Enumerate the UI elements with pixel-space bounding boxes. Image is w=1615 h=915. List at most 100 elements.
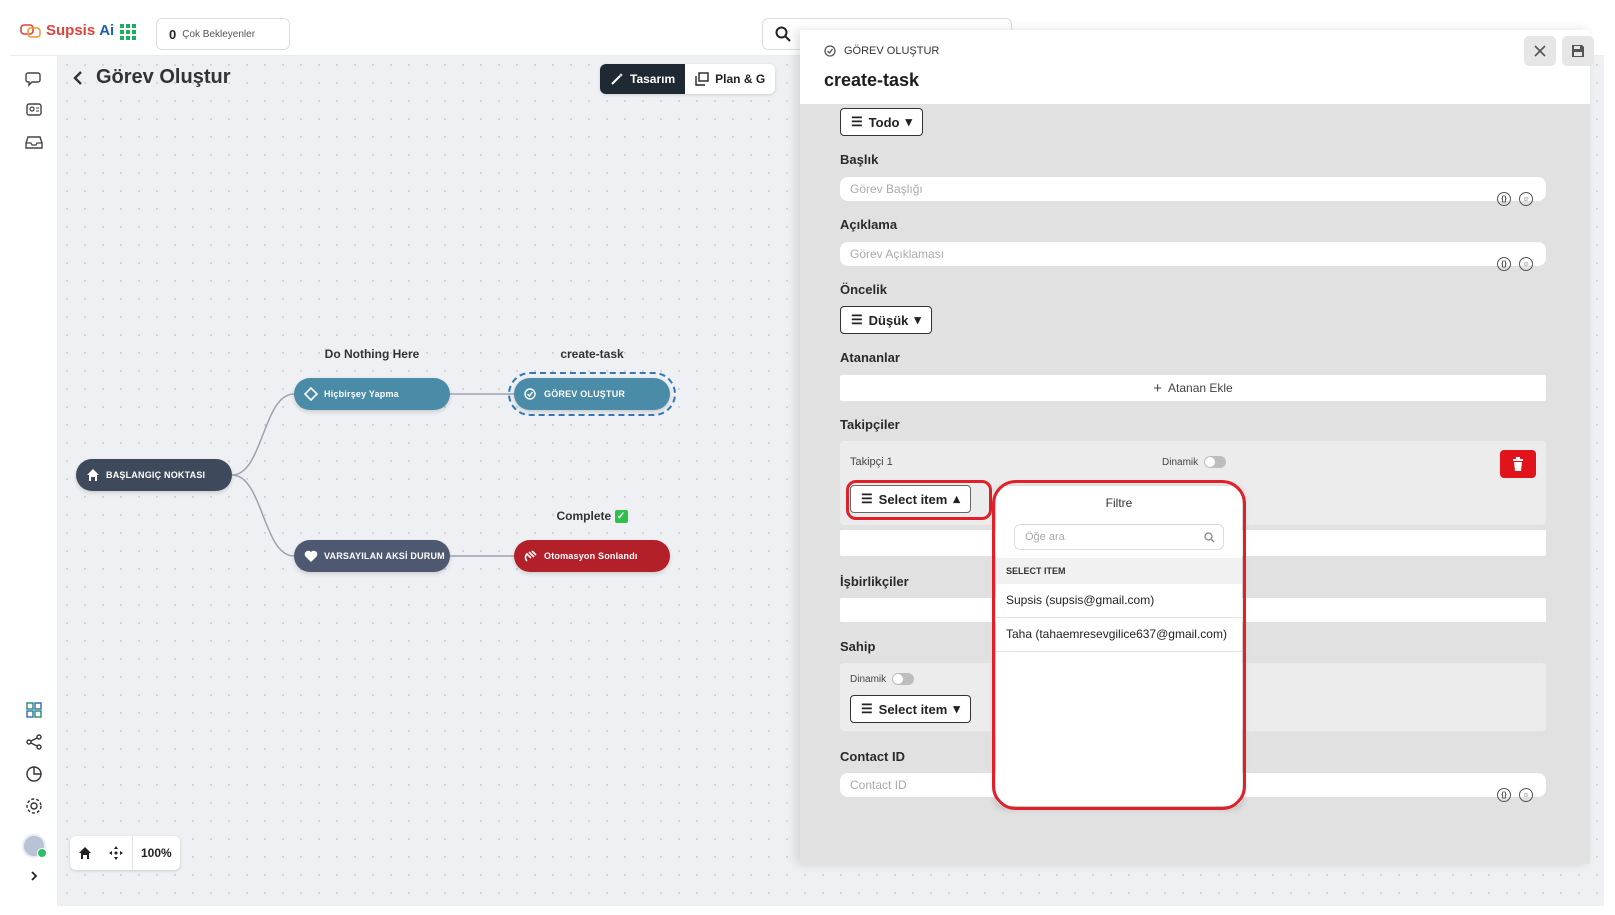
filter-lines-icon: ☰ [851,114,863,129]
contact-card-icon[interactable] [24,100,44,120]
node-default-else[interactable]: VARSAYILAN AKSİ DURUM [294,540,450,572]
follower-1-label: Takipçi 1 [850,456,893,468]
status-dropdown[interactable]: ☰ Todo ▾ [840,108,923,136]
home-view-button[interactable] [70,836,100,870]
zoom-level[interactable]: 100% [132,836,180,870]
reports-pie-icon[interactable] [24,764,44,784]
node-create-task[interactable]: GÖREV OLUŞTUR [508,372,676,416]
app-logo[interactable]: Supsis Ai [20,22,114,39]
code-braces-icon[interactable]: {} [1497,257,1511,271]
status-value: Todo [868,114,900,130]
panel-title: create-task [824,70,920,90]
follower-dynamic-toggle[interactable]: Dinamik [1162,456,1227,468]
owner-dynamic-toggle[interactable]: Dinamik [850,673,915,685]
description-input-tools: {} ☺ [1497,257,1533,271]
dashboard-icon[interactable] [24,700,44,720]
toggle-switch[interactable] [1204,456,1227,468]
node-start-text: BAŞLANGIÇ NOKTASI [106,470,206,480]
save-disk-icon [1572,45,1584,57]
description-label: Açıklama [840,217,898,232]
logo-name: Supsis [46,22,96,39]
check-mark-icon: ✓ [614,510,628,524]
code-braces-icon[interactable]: {} [1497,192,1511,206]
panel-header: GÖREV OLUŞTUR create-task [800,30,1594,104]
pending-label: Çok Bekleyenler [182,28,256,40]
follower-dynamic-label: Dinamik [1162,456,1199,468]
close-icon [1534,45,1546,57]
emoji-icon[interactable]: ☺ [1519,788,1533,802]
task-editor-panel: GÖREV OLUŞTUR create-task ☰ Todo ▾ Başlı… [800,30,1594,864]
owner-label: Sahip [840,639,876,654]
node-start[interactable]: BAŞLANGIÇ NOKTASI [76,459,232,491]
tag-icon [304,387,318,401]
caret-down-icon: ▾ [905,114,912,129]
home-icon [87,469,99,481]
emoji-icon[interactable]: ☺ [1519,257,1533,271]
owner-dynamic-label: Dinamik [850,673,887,685]
collaborators-label: İşbirlikçiler [840,574,909,589]
add-assignee-label: Atanan Ekle [1168,381,1233,395]
save-button[interactable] [1562,36,1594,66]
priority-label: Öncelik [840,282,887,297]
panel-kind: GÖREV OLUŞTUR [824,44,939,58]
code-braces-icon[interactable]: {} [1497,788,1511,802]
title-input-tools: {} ☺ [1497,192,1533,206]
move-arrows-icon [109,846,123,860]
pending-counter[interactable]: 0 Çok Bekleyenler [156,18,290,50]
node-do-nothing-text: Hiçbirşey Yapma [324,389,399,399]
home-icon [79,847,91,859]
node-create-task-text: GÖREV OLUŞTUR [544,389,626,399]
emoji-icon[interactable]: ☺ [1519,192,1533,206]
settings-gear-icon[interactable] [24,796,44,816]
plus-icon: + [1153,379,1163,397]
assignees-label: Atananlar [840,350,900,365]
node-end-text: Otomasyon Sonlandı [544,551,638,561]
delete-follower-button[interactable] [1500,450,1536,478]
node-do-nothing[interactable]: Hiçbirşey Yapma [294,378,450,410]
expand-chevron-icon[interactable] [24,866,44,886]
priority-dropdown[interactable]: ☰ Düşük ▾ [840,306,932,334]
contact-input-tools: {} ☺ [1497,788,1533,802]
panel-kind-text: GÖREV OLUŞTUR [844,45,940,57]
owner-select-value: Select item [878,701,948,717]
filter-lines-icon: ☰ [861,701,873,716]
followers-label: Takipçiler [840,417,900,432]
contact-id-label: Contact ID [840,749,905,764]
node-default-text: VARSAYILAN AKSİ DURUM [324,551,445,561]
close-button[interactable] [1524,36,1556,66]
task-title-input[interactable] [840,177,1546,201]
left-rail [10,56,58,906]
toggle-switch[interactable] [892,673,915,685]
user-avatar[interactable] [22,834,47,858]
share-flow-icon[interactable] [24,732,44,752]
broken-heart-icon [304,550,318,562]
highlight-select-item [846,480,992,520]
apps-grid-icon[interactable] [120,24,136,40]
pending-count: 0 [169,26,177,42]
caret-down-icon: ▾ [914,312,921,327]
chat-icon[interactable] [24,68,44,88]
owner-select-item[interactable]: ☰ Select item ▾ [850,695,971,723]
node-none-label: Do Nothing Here [324,347,420,361]
task-add-icon [524,388,536,400]
node-automation-end[interactable]: Otomasyon Sonlandı [514,540,670,572]
priority-value: Düşük [868,312,909,328]
node-end-label-text: Complete [556,509,612,523]
add-assignee-button[interactable]: + Atanan Ekle [840,375,1546,401]
task-description-input[interactable] [840,242,1546,266]
app-window: Supsis Ai 0 Çok Bekleyenler Görev Oluştu… [10,10,1604,906]
filter-lines-icon: ☰ [851,312,863,327]
title-label: Başlık [840,152,879,167]
task-add-icon [824,45,836,57]
highlight-dropdown [992,480,1246,810]
chat-logo-icon [20,23,41,38]
trash-icon [1513,457,1523,471]
logo-ai: Ai [99,22,115,39]
inbox-icon[interactable] [24,132,44,152]
zoom-controls: 100% [70,836,180,870]
node-end-label: Complete ✓ [514,509,670,524]
wave-hand-icon [524,550,537,562]
flow-edges [231,393,514,557]
fit-view-button[interactable] [100,836,132,870]
node-task-label: create-task [560,347,624,361]
